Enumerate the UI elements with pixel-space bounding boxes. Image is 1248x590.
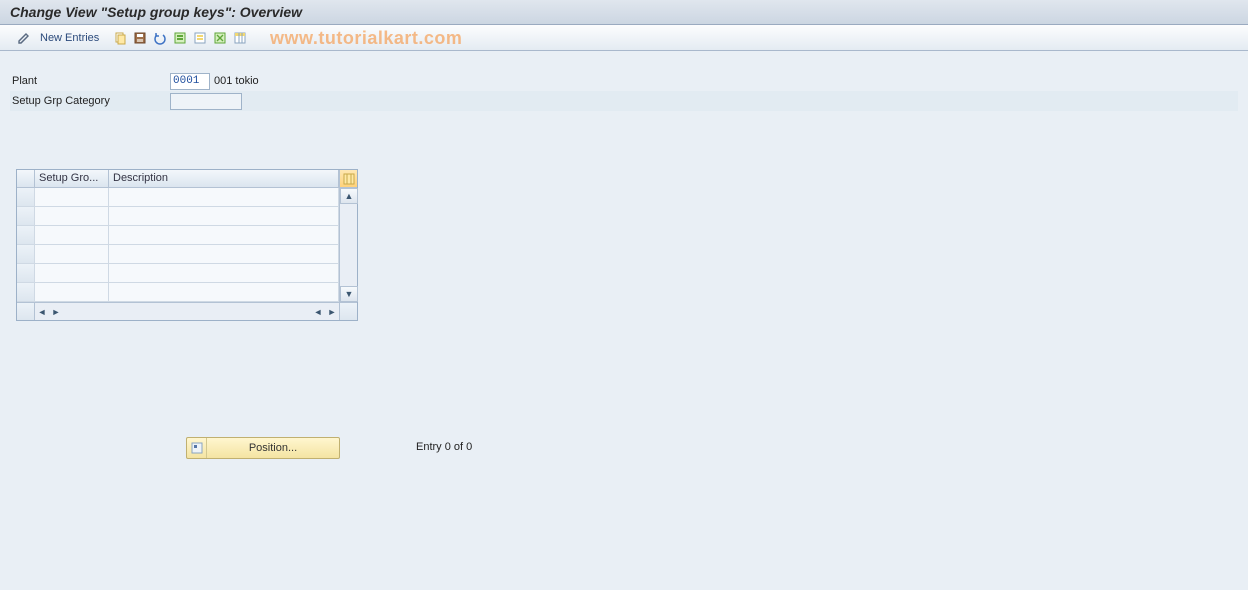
row-selector[interactable] [17, 264, 35, 282]
copy-icon[interactable] [111, 29, 129, 47]
scroll-right-icon[interactable]: ► [325, 305, 339, 319]
row-selector[interactable] [17, 226, 35, 244]
cell[interactable] [35, 245, 109, 263]
cell[interactable] [109, 188, 339, 206]
table-row[interactable] [17, 283, 339, 302]
cell[interactable] [35, 264, 109, 282]
cell[interactable] [35, 283, 109, 301]
cell[interactable] [109, 226, 339, 244]
form-area: Plant 001 tokio Setup Grp Category [0, 71, 1248, 111]
row-selector[interactable] [17, 188, 35, 206]
grid-rows [17, 188, 339, 302]
scroll-right-icon[interactable]: ► [49, 305, 63, 319]
edit-icon[interactable] [16, 30, 32, 46]
cell[interactable] [109, 245, 339, 263]
app-window: Change View "Setup group keys": Overview… [0, 0, 1248, 590]
form-row-plant: Plant 001 tokio [10, 71, 1238, 91]
scroll-down-icon[interactable]: ▼ [340, 286, 358, 302]
table-row[interactable] [17, 226, 339, 245]
row-selector[interactable] [17, 283, 35, 301]
form-row-category: Setup Grp Category [10, 91, 1238, 111]
save-icon[interactable] [131, 29, 149, 47]
vertical-scrollbar[interactable]: ▲ ▼ [339, 188, 357, 302]
scroll-corner [339, 303, 357, 320]
scroll-track[interactable]: ◄ ► ◄ ► [35, 303, 339, 320]
scroll-corner [17, 303, 35, 320]
table-settings-icon[interactable] [231, 29, 249, 47]
table-row[interactable] [17, 245, 339, 264]
scroll-left-icon[interactable]: ◄ [35, 305, 49, 319]
select-all-icon[interactable] [171, 29, 189, 47]
position-button[interactable]: Position... [186, 437, 340, 459]
position-button-label: Position... [207, 442, 339, 454]
new-entries-button[interactable]: New Entries [40, 32, 99, 44]
undo-icon[interactable] [151, 29, 169, 47]
position-icon [187, 438, 207, 458]
row-selector[interactable] [17, 207, 35, 225]
row-selector[interactable] [17, 245, 35, 263]
grid-select-all[interactable] [17, 170, 35, 187]
grid-header: Setup Gro... Description [17, 170, 357, 188]
watermark-text: www.tutorialkart.com [270, 25, 462, 51]
table-row[interactable] [17, 264, 339, 283]
horizontal-scrollbar[interactable]: ◄ ► ◄ ► [17, 302, 357, 320]
col-header-description[interactable]: Description [109, 170, 339, 187]
data-grid: Setup Gro... Description [16, 169, 358, 321]
table-row[interactable] [17, 188, 339, 207]
category-label: Setup Grp Category [10, 95, 170, 107]
cell[interactable] [109, 264, 339, 282]
cell[interactable] [35, 207, 109, 225]
plant-input[interactable] [170, 73, 210, 90]
grid-body: ▲ ▼ [17, 188, 357, 302]
content-area: Plant 001 tokio Setup Grp Category Setup… [0, 51, 1248, 590]
plant-description: 001 tokio [214, 75, 259, 87]
entry-status: Entry 0 of 0 [416, 441, 472, 453]
plant-label: Plant [10, 75, 170, 87]
table-row[interactable] [17, 207, 339, 226]
select-block-icon[interactable] [191, 29, 209, 47]
scroll-up-icon[interactable]: ▲ [340, 188, 358, 204]
cell[interactable] [109, 283, 339, 301]
cell[interactable] [109, 207, 339, 225]
table-config-icon[interactable] [339, 170, 357, 187]
app-toolbar: New Entries www.tutorialkart.com [0, 25, 1248, 51]
scroll-left-icon[interactable]: ◄ [311, 305, 325, 319]
category-input[interactable] [170, 93, 242, 110]
deselect-all-icon[interactable] [211, 29, 229, 47]
cell[interactable] [35, 188, 109, 206]
col-header-setup-group[interactable]: Setup Gro... [35, 170, 109, 187]
cell[interactable] [35, 226, 109, 244]
page-title: Change View "Setup group keys": Overview [0, 0, 1248, 25]
